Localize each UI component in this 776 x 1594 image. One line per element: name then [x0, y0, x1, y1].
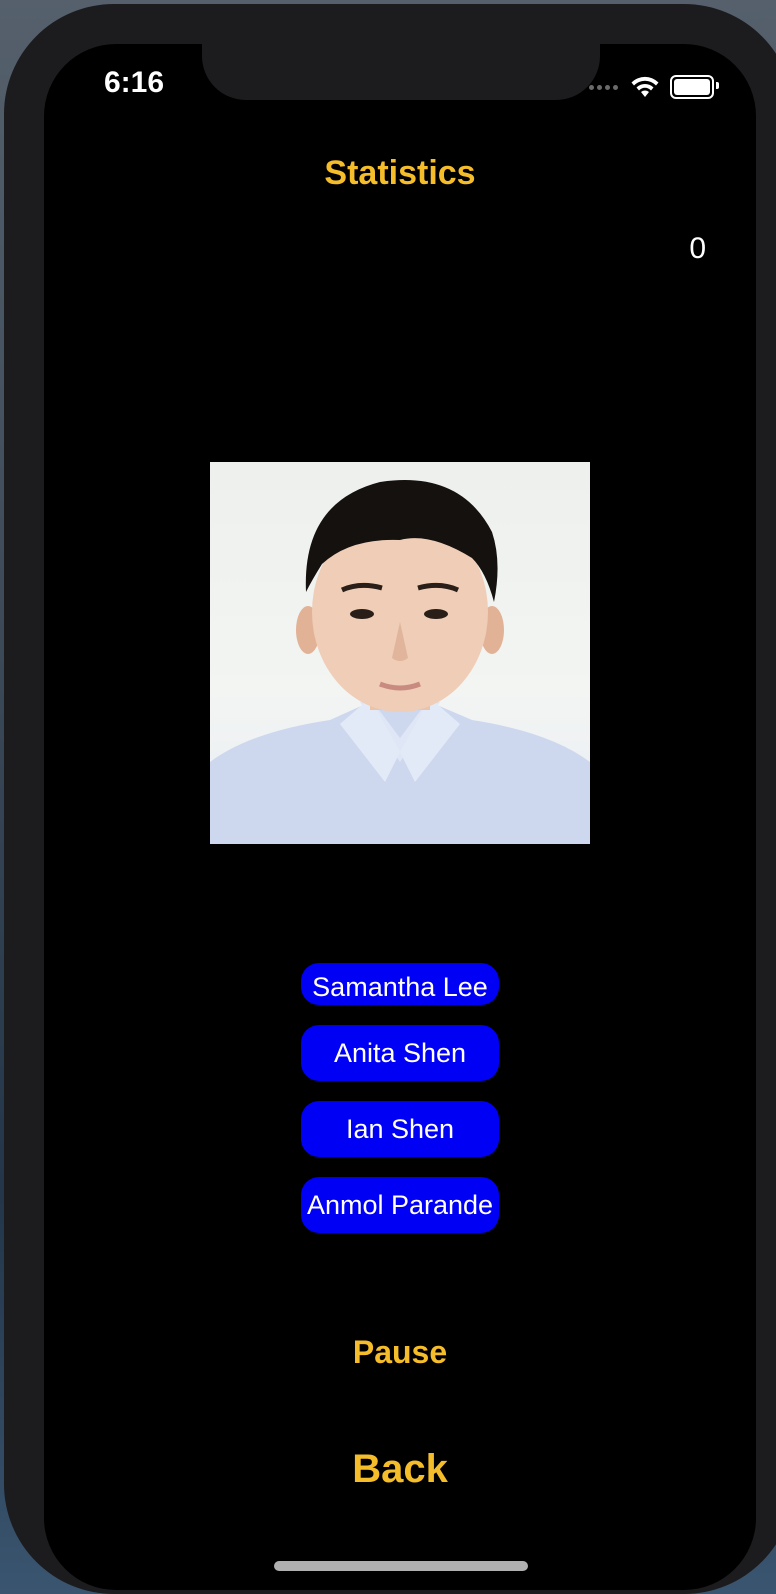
status-icons [589, 74, 719, 100]
person-photo [210, 462, 590, 844]
portrait-illustration [210, 480, 590, 844]
wifi-icon [631, 76, 659, 97]
back-button[interactable]: Back [44, 1447, 756, 1492]
choice-button-1[interactable]: Samantha Lee [301, 963, 499, 1005]
choice-button-3[interactable]: Ian Shen [301, 1101, 499, 1157]
app-screen: 6:16 Statistics 0 Samantha Lee Anita She… [44, 44, 756, 1590]
choice-button-4[interactable]: Anmol Parande [301, 1177, 499, 1233]
phone-frame: 6:16 Statistics 0 Samantha Lee Anita She… [4, 4, 776, 1594]
pause-button[interactable]: Pause [44, 1334, 756, 1371]
score-counter: 0 [689, 232, 706, 265]
home-indicator[interactable] [274, 1561, 528, 1571]
cellular-signal-icon [589, 84, 618, 90]
page-title: Statistics [324, 154, 476, 192]
choice-button-2[interactable]: Anita Shen [301, 1025, 499, 1081]
status-time: 6:16 [104, 66, 165, 99]
phone-notch [202, 44, 600, 100]
battery-icon [670, 75, 719, 99]
